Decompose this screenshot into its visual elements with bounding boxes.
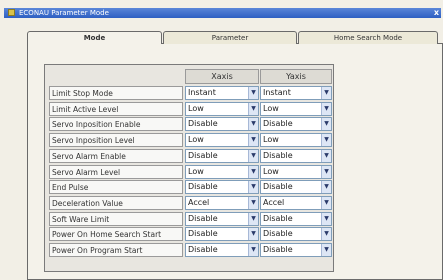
select-value: Instant [263,88,291,97]
row-label-limit-active-level: Limit Active Level [49,102,183,116]
yaxis-select-servo-alarm-enable[interactable]: Disable ▼ [260,149,332,163]
yaxis-select-limit-active-level[interactable]: Low ▼ [260,102,332,116]
select-value: Low [188,135,204,144]
chevron-down-icon[interactable]: ▼ [248,118,258,130]
chevron-down-icon[interactable]: ▼ [321,166,331,178]
title-bar: ECONAU Parameter Mode x [4,8,441,18]
row-label-soft-ware-limit: Soft Ware Limit [49,212,183,226]
yaxis-select-power-on-program-start[interactable]: Disable ▼ [260,243,332,257]
yaxis-select-power-on-home-search-start[interactable]: Disable ▼ [260,227,332,241]
select-value: Disable [188,151,218,160]
xaxis-select-servo-inposition-level[interactable]: Low ▼ [185,133,259,147]
chevron-down-icon[interactable]: ▼ [248,134,258,146]
select-value: Low [263,167,279,176]
chevron-down-icon[interactable]: ▼ [248,181,258,193]
xaxis-select-servo-alarm-enable[interactable]: Disable ▼ [185,149,259,163]
chevron-down-icon[interactable]: ▼ [321,134,331,146]
select-value: Low [263,104,279,113]
chevron-down-icon[interactable]: ▼ [321,244,331,256]
select-value: Accel [188,198,210,207]
chevron-down-icon[interactable]: ▼ [321,87,331,99]
chevron-down-icon[interactable]: ▼ [248,166,258,178]
xaxis-select-limit-stop-mode[interactable]: Instant ▼ [185,86,259,100]
row-label-power-on-home-search-start: Power On Home Search Start [49,227,183,241]
tab-parameter[interactable]: Parameter [163,31,297,44]
xaxis-select-power-on-home-search-start[interactable]: Disable ▼ [185,227,259,241]
yaxis-select-servo-inposition-level[interactable]: Low ▼ [260,133,332,147]
yaxis-select-servo-alarm-level[interactable]: Low ▼ [260,165,332,179]
column-header-yaxis: Yaxis [260,69,332,84]
chevron-down-icon[interactable]: ▼ [248,150,258,162]
select-value: Accel [263,198,285,207]
xaxis-select-limit-active-level[interactable]: Low ▼ [185,102,259,116]
chevron-down-icon[interactable]: ▼ [321,228,331,240]
yaxis-select-servo-inposition-enable[interactable]: Disable ▼ [260,117,332,131]
row-label-end-pulse: End Pulse [49,180,183,194]
close-icon[interactable]: x [434,8,439,18]
chevron-down-icon[interactable]: ▼ [321,118,331,130]
select-value: Disable [263,229,293,238]
select-value: Disable [188,229,218,238]
row-label-power-on-program-start: Power On Program Start [49,243,183,257]
row-label-servo-alarm-enable: Servo Alarm Enable [49,149,183,163]
xaxis-select-power-on-program-start[interactable]: Disable ▼ [185,243,259,257]
select-value: Disable [263,182,293,191]
yaxis-select-soft-ware-limit[interactable]: Disable ▼ [260,212,332,226]
tab-mode[interactable]: Mode [27,31,162,44]
select-value: Low [263,135,279,144]
chevron-down-icon[interactable]: ▼ [321,103,331,115]
chevron-down-icon[interactable]: ▼ [248,244,258,256]
column-header-xaxis: Xaxis [185,69,259,84]
yaxis-select-end-pulse[interactable]: Disable ▼ [260,180,332,194]
mode-settings-grid: Xaxis Yaxis Limit Stop Mode Instant ▼ Insta… [44,64,334,272]
select-value: Low [188,104,204,113]
chevron-down-icon[interactable]: ▼ [248,87,258,99]
select-value: Disable [263,151,293,160]
select-value: Disable [188,119,218,128]
select-value: Low [188,167,204,176]
chevron-down-icon[interactable]: ▼ [321,181,331,193]
row-label-limit-stop-mode: Limit Stop Mode [49,86,183,100]
select-value: Disable [263,245,293,254]
xaxis-select-end-pulse[interactable]: Disable ▼ [185,180,259,194]
row-label-servo-alarm-level: Servo Alarm Level [49,165,183,179]
chevron-down-icon[interactable]: ▼ [248,197,258,209]
chevron-down-icon[interactable]: ▼ [321,197,331,209]
row-label-servo-inposition-enable: Servo Inposition Enable [49,117,183,131]
app-icon [8,9,15,16]
select-value: Disable [188,182,218,191]
row-label-servo-inposition-level: Servo Inposition Level [49,133,183,147]
window-title: ECONAU Parameter Mode [19,9,109,17]
chevron-down-icon[interactable]: ▼ [248,228,258,240]
xaxis-select-deceleration-value[interactable]: Accel ▼ [185,196,259,210]
yaxis-select-limit-stop-mode[interactable]: Instant ▼ [260,86,332,100]
select-value: Disable [188,214,218,223]
xaxis-select-servo-alarm-level[interactable]: Low ▼ [185,165,259,179]
select-value: Instant [188,88,216,97]
chevron-down-icon[interactable]: ▼ [321,213,331,225]
select-value: Disable [263,119,293,128]
tab-home-search-mode[interactable]: Home Search Mode [298,31,438,44]
select-value: Disable [263,214,293,223]
xaxis-select-soft-ware-limit[interactable]: Disable ▼ [185,212,259,226]
chevron-down-icon[interactable]: ▼ [248,213,258,225]
row-label-deceleration-value: Deceleration Value [49,196,183,210]
select-value: Disable [188,245,218,254]
chevron-down-icon[interactable]: ▼ [248,103,258,115]
xaxis-select-servo-inposition-enable[interactable]: Disable ▼ [185,117,259,131]
yaxis-select-deceleration-value[interactable]: Accel ▼ [260,196,332,210]
chevron-down-icon[interactable]: ▼ [321,150,331,162]
